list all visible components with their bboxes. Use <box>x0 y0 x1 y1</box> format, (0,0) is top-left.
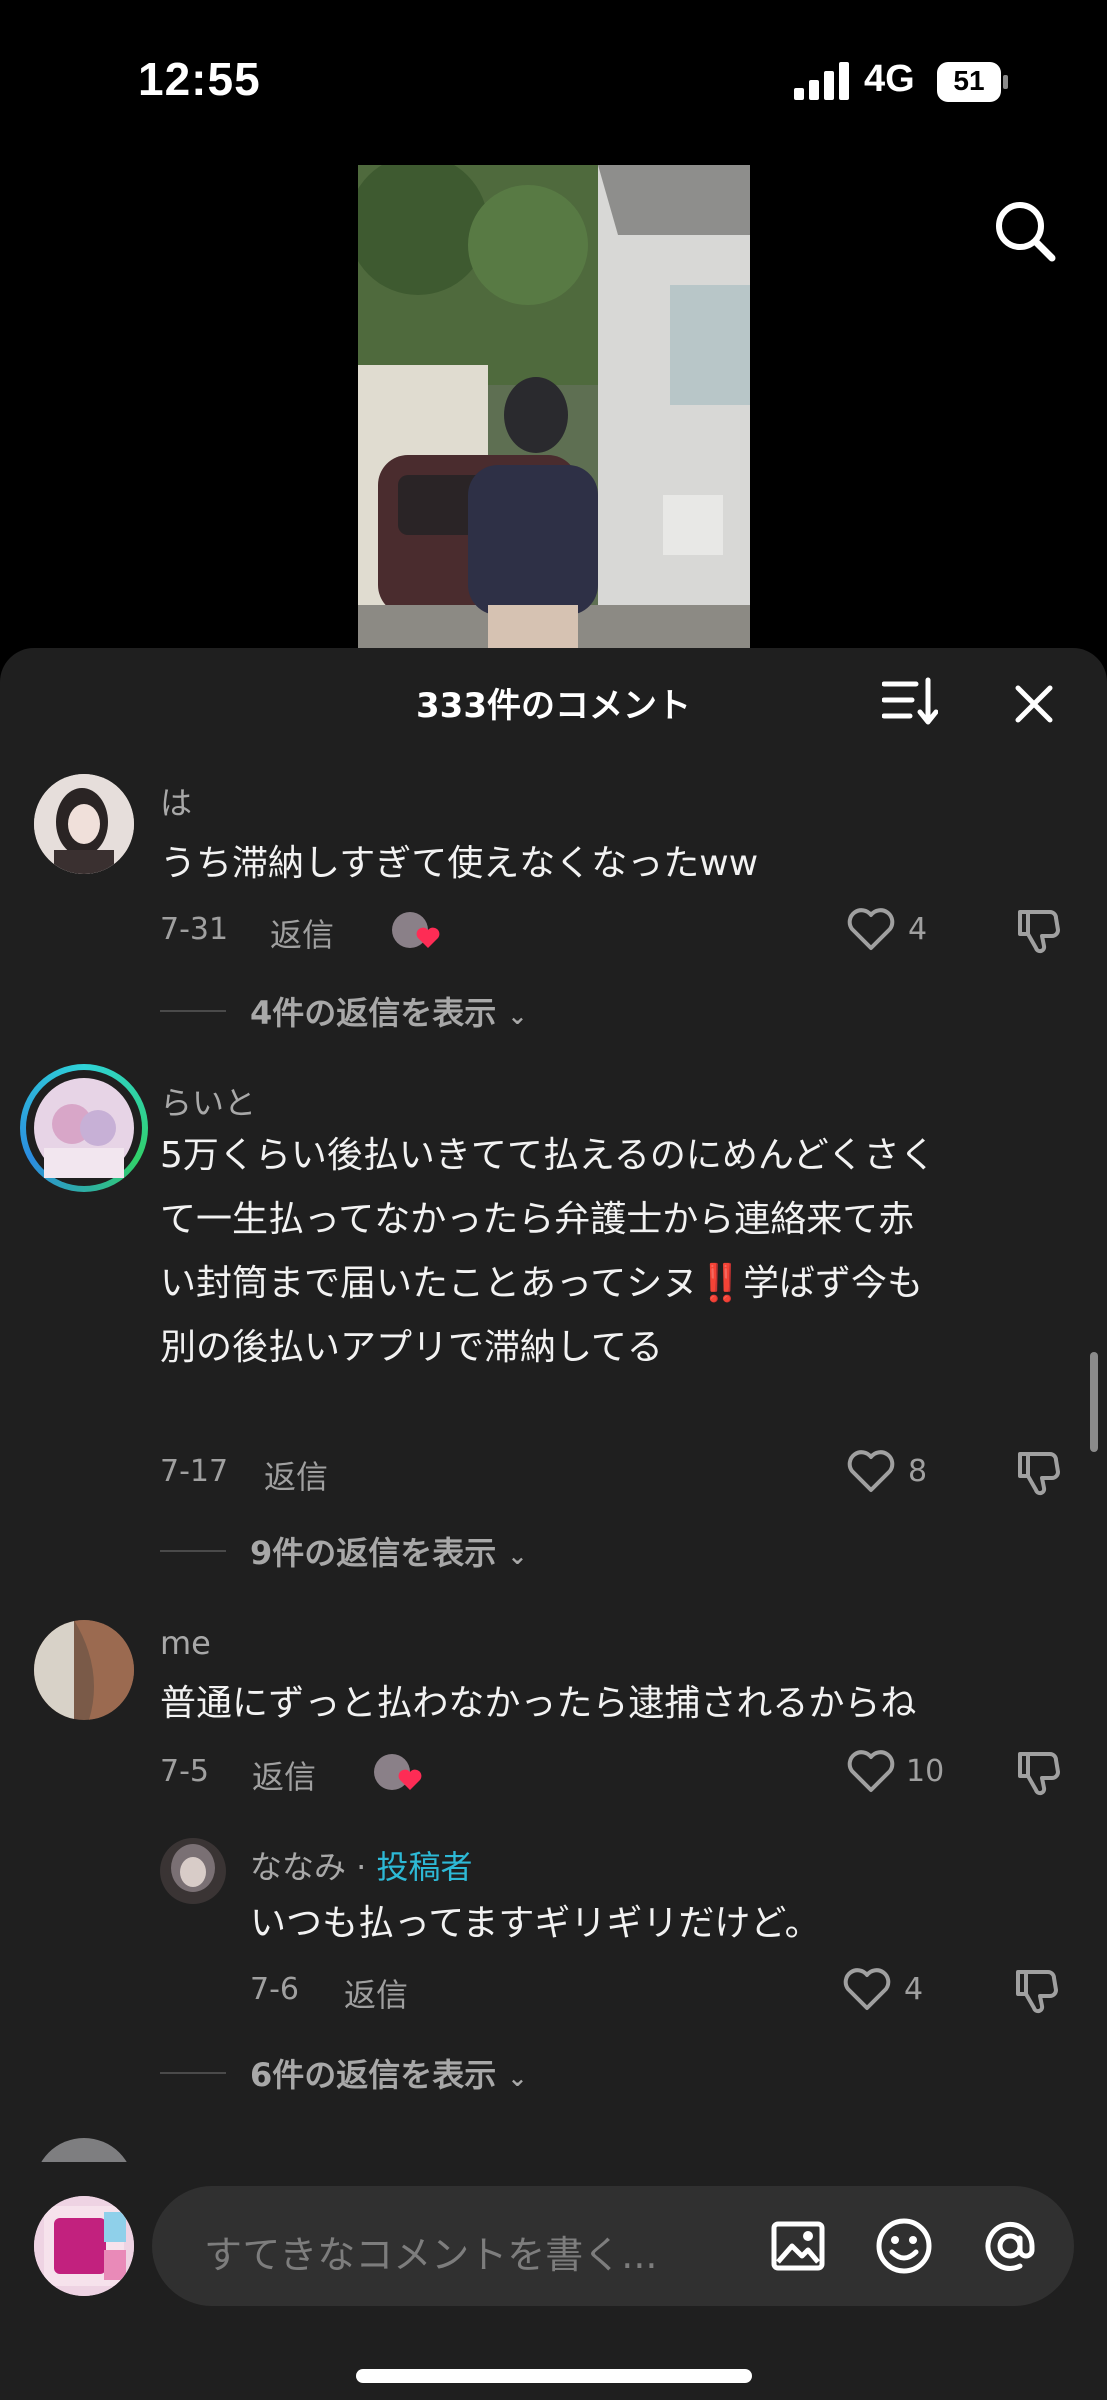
chevron-down-icon: ⌄ <box>507 2064 528 2092</box>
dislike-icon[interactable] <box>1014 1746 1064 1796</box>
comment-text: 5万くらい後払いきてて払えるのにめんどくさく て一生払ってなかったら弁護士から連… <box>160 1124 1080 1380</box>
avatar[interactable] <box>160 1838 226 1904</box>
heart-icon[interactable] <box>842 1966 892 2012</box>
comment-username[interactable]: らいと <box>160 1078 256 1124</box>
battery-icon: 51 <box>937 62 1009 102</box>
search-icon[interactable] <box>992 198 1058 264</box>
comment-date: 7-31 <box>160 912 229 947</box>
comment-text: うち滞納しすぎて使えなくなったww <box>160 843 759 884</box>
video-preview[interactable] <box>358 165 750 649</box>
comment-text: 普通にずっと払わなかったら逮捕されるからね <box>160 1683 917 1724</box>
author-liked-badge <box>390 908 442 952</box>
view-replies-button[interactable]: 4件の返信を表示 ⌄ <box>250 988 528 1034</box>
dislike-icon[interactable] <box>1014 1446 1064 1496</box>
chevron-down-icon: ⌄ <box>507 1002 528 1030</box>
reply-button[interactable]: 返信 <box>252 1752 316 1798</box>
view-replies-button[interactable]: 6件の返信を表示 ⌄ <box>250 2050 528 2096</box>
reply-button[interactable]: 返信 <box>344 1970 408 2016</box>
double-exclamation-emoji: ‼️ <box>698 1263 744 1304</box>
author-liked-badge <box>372 1750 424 1794</box>
dislike-icon[interactable] <box>1012 1964 1062 2014</box>
comment-date: 7-5 <box>160 1754 209 1789</box>
comments-title: 333件のコメント <box>416 686 691 726</box>
view-replies-button[interactable]: 9件の返信を表示 ⌄ <box>250 1528 528 1574</box>
comment-input-placeholder: すてきなコメントを書く... <box>204 2233 658 2277</box>
image-icon[interactable] <box>768 2216 828 2276</box>
avatar[interactable] <box>34 774 134 874</box>
mention-icon[interactable] <box>980 2216 1040 2276</box>
avatar[interactable] <box>34 1620 134 1720</box>
divider <box>160 2072 226 2074</box>
scrollbar[interactable] <box>1090 1352 1098 1452</box>
view-replies-label: 4件の返信を表示 <box>250 994 497 1032</box>
chevron-down-icon: ⌄ <box>507 1542 528 1570</box>
comment-line: 別の後払いアプリで滞納してる <box>160 1327 663 1368</box>
reply-button[interactable]: 返信 <box>264 1452 328 1498</box>
heart-icon[interactable] <box>846 906 896 952</box>
comment-line: て一生払ってなかったら弁護士から連絡来て赤 <box>160 1199 915 1240</box>
signal-icon <box>794 62 849 100</box>
reply-username-label: ななみ · <box>250 1848 377 1886</box>
network-label: 4G <box>864 58 915 100</box>
comment-input-bar: すてきなコメントを書く... <box>0 2162 1107 2400</box>
my-avatar <box>34 2196 134 2296</box>
author-badge: 投稿者 <box>376 1848 473 1886</box>
like-count: 4 <box>904 1972 924 2007</box>
heart-icon[interactable] <box>846 1448 896 1494</box>
comment-username[interactable]: は <box>160 778 192 824</box>
comment-line-part: い封筒まで届いたことあってシヌ <box>160 1263 699 1304</box>
comments-sheet: 333件のコメント は うち滞納しすぎて使えなくなったww 7-31 返信 4 <box>0 648 1107 2400</box>
reply-username[interactable]: ななみ · 投稿者 <box>250 1842 473 1888</box>
like-count: 4 <box>908 912 928 947</box>
comment-date: 7-17 <box>160 1454 229 1489</box>
emoji-icon[interactable] <box>874 2216 934 2276</box>
home-indicator[interactable] <box>356 2369 752 2383</box>
divider <box>160 1550 226 1552</box>
comment-line: 5万くらい後払いきてて払えるのにめんどくさく <box>160 1135 936 1176</box>
avatar-live-ring[interactable] <box>20 1064 148 1192</box>
view-replies-label: 9件の返信を表示 <box>250 1534 497 1572</box>
reply-button[interactable]: 返信 <box>270 910 334 956</box>
view-replies-label: 6件の返信を表示 <box>250 2056 497 2094</box>
close-icon[interactable] <box>1014 684 1054 724</box>
comment-line: い封筒まで届いたことあってシヌ‼️学ばず今も <box>160 1252 1080 1316</box>
battery-level: 51 <box>953 65 985 96</box>
like-count: 8 <box>908 1454 928 1489</box>
divider <box>160 1010 226 1012</box>
comment-username[interactable]: me <box>160 1624 211 1662</box>
status-time: 12:55 <box>138 53 261 105</box>
reply-text: いつも払ってますギリギリだけど。 <box>250 1903 821 1944</box>
comment-line-part: 学ばず今も <box>743 1263 924 1304</box>
dislike-icon[interactable] <box>1014 904 1064 954</box>
heart-icon[interactable] <box>846 1748 896 1794</box>
sort-icon[interactable] <box>882 676 938 726</box>
comment-input[interactable]: すてきなコメントを書く... <box>152 2186 1074 2306</box>
reply-date: 7-6 <box>250 1972 299 2007</box>
like-count: 10 <box>906 1754 945 1789</box>
